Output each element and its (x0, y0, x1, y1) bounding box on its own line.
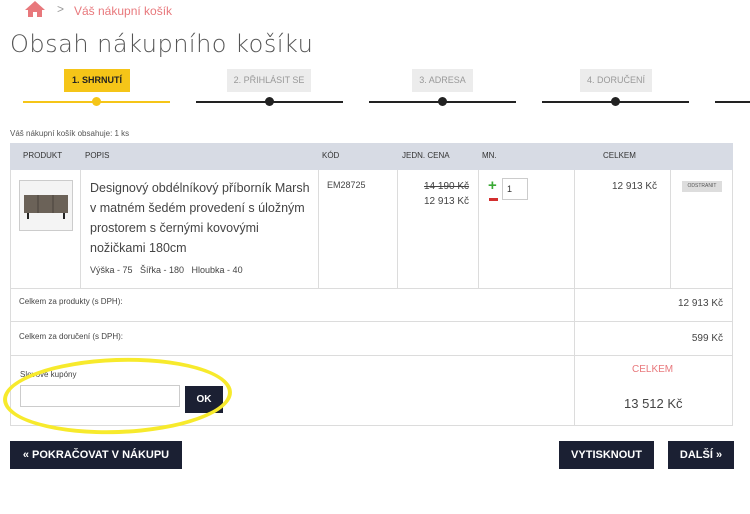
product-thumbnail[interactable] (19, 180, 73, 231)
product-code: EM28725 (327, 180, 366, 190)
products-total-label: Celkem za produkty (s DPH): (19, 297, 123, 306)
old-price: 14 190 Kč (424, 181, 470, 192)
quantity-input[interactable] (502, 178, 528, 200)
page-title: Obsah nákupního košíku (10, 30, 314, 58)
step-dot-address (438, 97, 447, 106)
line-total: 12 913 Kč (612, 181, 658, 192)
divider (80, 170, 81, 288)
divider (10, 288, 733, 289)
step-address[interactable]: 3. Adresa (412, 69, 473, 92)
step-delivery[interactable]: 4. Doručení (580, 69, 652, 92)
decrease-quantity-icon[interactable] (489, 198, 498, 201)
increase-quantity-icon[interactable]: + (488, 178, 497, 193)
delivery-total: 599 Kč (691, 333, 723, 344)
step-summary[interactable]: 1. Shrnutí (64, 69, 130, 92)
step-dot-login (265, 97, 274, 106)
breadcrumb-current[interactable]: Váš nákupní košík (74, 4, 172, 18)
cart-summary: Váš nákupní košík obsahuje: 1 ks (10, 129, 130, 138)
header-product: Produkt (23, 151, 63, 160)
header-description: Popis (85, 151, 110, 160)
divider (478, 170, 479, 288)
unit-price: 12 913 Kč (424, 196, 470, 207)
product-dimensions: Výška - 75 Šířka - 180 Hloubka - 40 (90, 265, 243, 275)
product-name[interactable]: Designový obdélníkový příborník Marsh v … (90, 178, 315, 258)
continue-shopping-button[interactable]: « Pokračovat v nákupu (10, 441, 182, 469)
header-total: Celkem (603, 151, 636, 160)
step-dot-delivery (611, 97, 620, 106)
divider (10, 355, 733, 356)
divider (670, 170, 671, 288)
divider (574, 170, 575, 426)
header-quantity: Mn. (482, 151, 497, 160)
header-unit-price: Jedn. cena (402, 151, 450, 160)
print-button[interactable]: Vytisknout (559, 441, 654, 469)
divider (318, 170, 319, 288)
step-login[interactable]: 2. Přihlásit se (227, 69, 311, 92)
step-line-extra (715, 101, 750, 103)
breadcrumb-separator: > (57, 2, 65, 16)
step-dot-summary (92, 97, 101, 106)
header-code: Kód (322, 151, 340, 160)
remove-button[interactable]: Odstranit (682, 181, 722, 192)
grand-total: 13 512 Kč (624, 396, 683, 411)
grand-total-label: Celkem (632, 364, 674, 375)
home-icon[interactable] (24, 0, 46, 18)
products-total: 12 913 Kč (677, 298, 723, 309)
next-button[interactable]: Další » (668, 441, 734, 469)
delivery-total-label: Celkem za doručení (s DPH): (19, 332, 124, 341)
divider (397, 170, 398, 288)
divider (10, 321, 733, 322)
